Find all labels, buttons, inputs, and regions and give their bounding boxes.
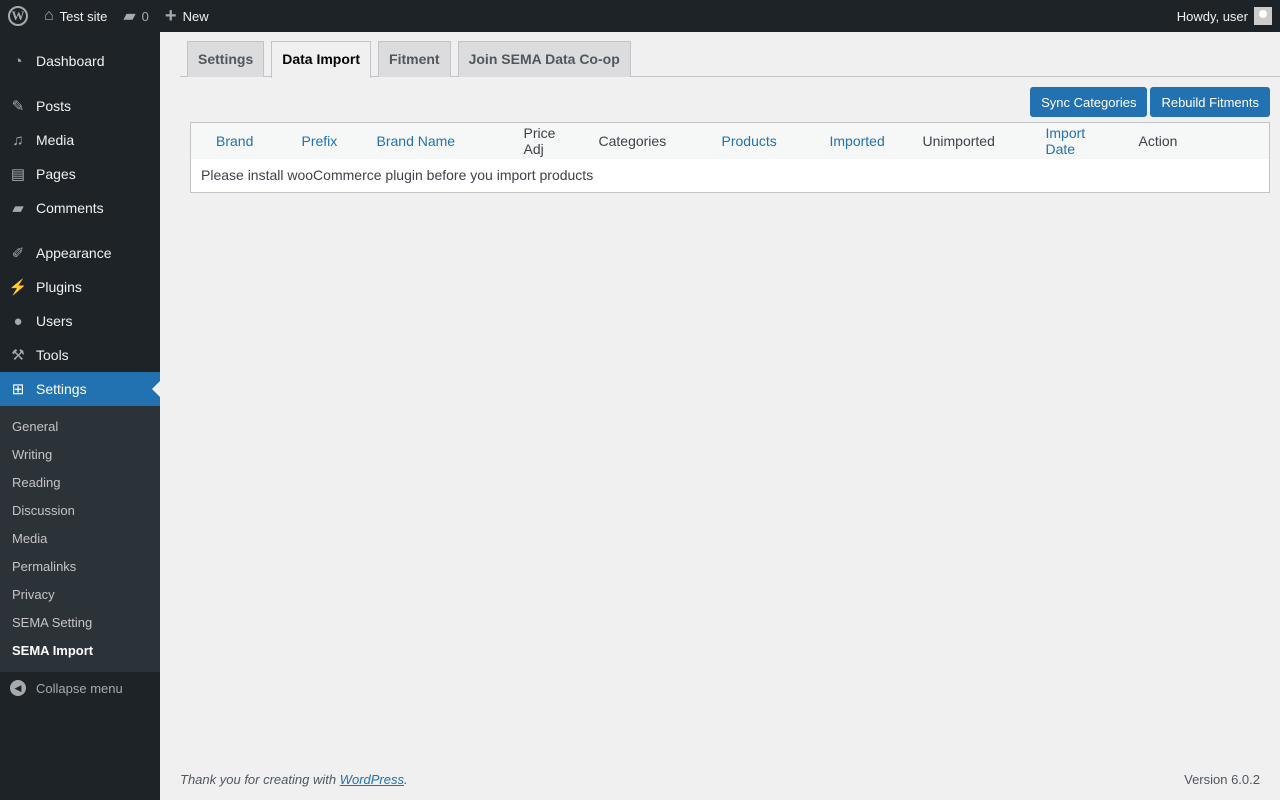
tab-join-sema[interactable]: Join SEMA Data Co-op bbox=[457, 41, 631, 77]
menu-label: Tools bbox=[36, 347, 69, 363]
menu-label: Appearance bbox=[36, 245, 112, 261]
plug-icon: ⚡ bbox=[8, 279, 28, 296]
site-name: Test site bbox=[59, 8, 108, 24]
tab-data-import[interactable]: Data Import bbox=[271, 41, 372, 78]
site-name-link[interactable]: ⌂ Test site bbox=[36, 0, 115, 32]
col-prefix[interactable]: Prefix bbox=[291, 122, 367, 159]
submenu-writing[interactable]: Writing bbox=[0, 441, 160, 469]
collapse-label: Collapse menu bbox=[36, 680, 123, 696]
submenu-permalinks[interactable]: Permalinks bbox=[0, 553, 160, 581]
submenu-reading[interactable]: Reading bbox=[0, 469, 160, 497]
col-products[interactable]: Products bbox=[711, 122, 820, 159]
menu-dashboard[interactable]: ◔ Dashboard bbox=[0, 44, 160, 78]
settings-icon: ⊞ bbox=[11, 381, 25, 398]
my-account-link[interactable]: Howdy, user bbox=[1169, 0, 1280, 32]
woocommerce-required-message: Please install wooCommerce plugin before… bbox=[201, 167, 594, 184]
col-import-date[interactable]: Import Date bbox=[1035, 122, 1129, 159]
wordpress-logo-icon: W bbox=[8, 6, 28, 26]
menu-label: Pages bbox=[36, 166, 76, 182]
admin-menu: ◔ Dashboard ✎ Posts ♫ Media ▤ Pages ▰ Comment… bbox=[0, 32, 160, 800]
admin-bar: W ⌂ Test site ▰ 0 + New Howdy, user bbox=[0, 0, 1280, 32]
col-unimported: Unimported bbox=[912, 122, 1036, 159]
version-text: Version 6.0.2 bbox=[1184, 772, 1260, 787]
comments-link[interactable]: ▰ 0 bbox=[115, 0, 157, 32]
menu-posts[interactable]: ✎ Posts bbox=[0, 89, 160, 123]
col-imported[interactable]: Imported bbox=[819, 122, 913, 159]
avatar bbox=[1254, 7, 1272, 25]
tab-bar: Settings Data Import Fitment Join SEMA D… bbox=[180, 32, 1280, 78]
home-icon: ⌂ bbox=[44, 7, 54, 24]
period: . bbox=[404, 772, 408, 787]
submenu-media[interactable]: Media bbox=[0, 525, 160, 553]
settings-submenu: General Writing Reading Discussion Media… bbox=[0, 406, 160, 672]
menu-label: Users bbox=[36, 313, 73, 329]
menu-comments[interactable]: ▰ Comments bbox=[0, 191, 160, 225]
footer: Thank you for creating with WordPress. V… bbox=[180, 772, 1260, 787]
action-buttons: Sync Categories Rebuild Fitments bbox=[180, 77, 1280, 117]
comment-icon: ▰ bbox=[123, 8, 136, 25]
menu-label: Dashboard bbox=[36, 53, 105, 69]
menu-tools[interactable]: ⚒ Tools bbox=[0, 338, 160, 372]
plus-icon: + bbox=[164, 4, 177, 27]
tab-settings[interactable]: Settings bbox=[187, 41, 265, 77]
menu-settings[interactable]: ⊞ Settings bbox=[0, 372, 160, 406]
col-categories: Categories bbox=[588, 122, 712, 159]
tab-fitment[interactable]: Fitment bbox=[378, 41, 451, 77]
menu-pages[interactable]: ▤ Pages bbox=[0, 157, 160, 191]
new-content-link[interactable]: + New bbox=[157, 0, 217, 32]
col-brand-name[interactable]: Brand Name bbox=[366, 122, 514, 159]
menu-label: Posts bbox=[36, 98, 72, 114]
comment-count: 0 bbox=[141, 8, 149, 24]
menu-label: Settings bbox=[36, 381, 87, 397]
menu-users[interactable]: ● Users bbox=[0, 304, 160, 338]
dashboard-icon: ◔ bbox=[13, 52, 23, 70]
pages-icon: ▤ bbox=[10, 166, 26, 183]
howdy-text: Howdy, user bbox=[1176, 8, 1248, 24]
media-icon: ♫ bbox=[12, 131, 24, 149]
main-content: Settings Data Import Fitment Join SEMA D… bbox=[180, 32, 1280, 193]
brands-table: Brand Prefix Brand Name Price Adj Catego… bbox=[190, 122, 1270, 193]
submenu-sema-import[interactable]: SEMA Import bbox=[0, 637, 160, 665]
table-header-row: Brand Prefix Brand Name Price Adj Catego… bbox=[190, 122, 1270, 159]
user-icon: ● bbox=[13, 312, 23, 330]
collapse-icon: ◀ bbox=[10, 680, 26, 696]
footer-thanks: Thank you for creating with WordPress. bbox=[180, 772, 408, 787]
submenu-privacy[interactable]: Privacy bbox=[0, 581, 160, 609]
new-label: New bbox=[182, 8, 209, 24]
wordpress-logo-button[interactable]: W bbox=[0, 0, 36, 32]
table-row: Please install wooCommerce plugin before… bbox=[191, 159, 1270, 193]
menu-label: Plugins bbox=[36, 279, 82, 295]
brush-icon: ✐ bbox=[11, 245, 25, 262]
menu-media[interactable]: ♫ Media bbox=[0, 123, 160, 157]
thanks-text: Thank you for creating with bbox=[180, 772, 340, 787]
submenu-general[interactable]: General bbox=[0, 413, 160, 441]
comment-icon: ▰ bbox=[12, 200, 24, 217]
submenu-sema-setting[interactable]: SEMA Setting bbox=[0, 609, 160, 637]
submenu-discussion[interactable]: Discussion bbox=[0, 497, 160, 525]
menu-plugins[interactable]: ⚡ Plugins bbox=[0, 270, 160, 304]
collapse-menu-button[interactable]: ◀ Collapse menu bbox=[0, 672, 160, 704]
col-price-adj: Price Adj bbox=[513, 122, 589, 159]
wrench-icon: ⚒ bbox=[11, 347, 25, 364]
menu-appearance[interactable]: ✐ Appearance bbox=[0, 236, 160, 270]
rebuild-fitments-button[interactable]: Rebuild Fitments bbox=[1150, 87, 1270, 117]
pin-icon: ✎ bbox=[11, 98, 25, 115]
sync-categories-button[interactable]: Sync Categories bbox=[1030, 87, 1148, 117]
col-brand[interactable]: Brand bbox=[190, 122, 292, 159]
wordpress-link[interactable]: WordPress bbox=[340, 772, 404, 787]
col-action: Action bbox=[1128, 122, 1270, 159]
menu-label: Comments bbox=[36, 200, 104, 216]
menu-label: Media bbox=[36, 132, 75, 148]
